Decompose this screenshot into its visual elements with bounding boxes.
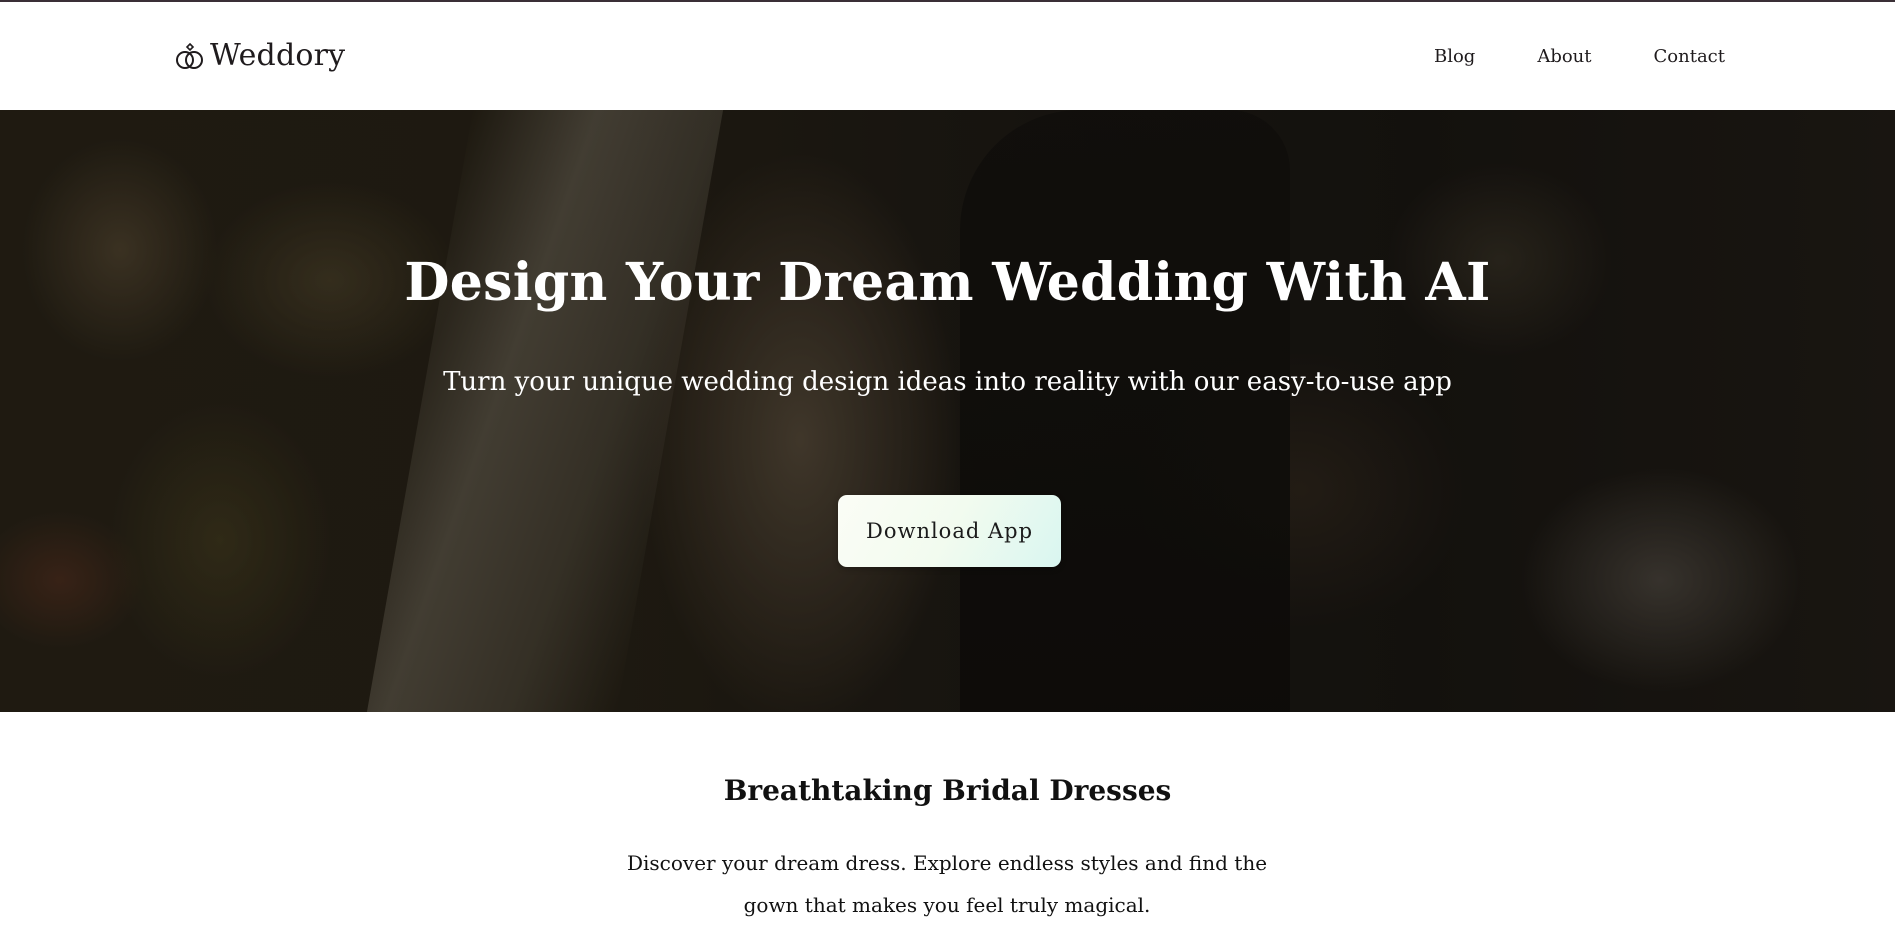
download-app-button[interactable]: Download App: [838, 495, 1061, 567]
section-title: Breathtaking Bridal Dresses: [723, 774, 1172, 807]
nav-link-about[interactable]: About: [1537, 46, 1591, 67]
bridal-dresses-section: Breathtaking Bridal Dresses Discover you…: [0, 712, 1895, 917]
site-header: Weddory Blog About Contact: [0, 2, 1895, 110]
hero-title: Design Your Dream Wedding With AI: [404, 252, 1491, 313]
main-nav: Blog About Contact: [1434, 46, 1725, 67]
hero-subtitle: Turn your unique wedding design ideas in…: [443, 367, 1452, 397]
nav-link-contact[interactable]: Contact: [1654, 46, 1725, 67]
nav-link-blog[interactable]: Blog: [1434, 46, 1475, 67]
hero-section: Design Your Dream Wedding With AI Turn y…: [0, 110, 1895, 712]
hero-content: Design Your Dream Wedding With AI Turn y…: [0, 110, 1895, 712]
section-description: Discover your dream dress. Explore endle…: [626, 851, 1268, 917]
brand-name: Weddory: [210, 38, 346, 73]
brand-logo-link[interactable]: Weddory: [174, 38, 345, 73]
rings-icon: [176, 42, 203, 69]
